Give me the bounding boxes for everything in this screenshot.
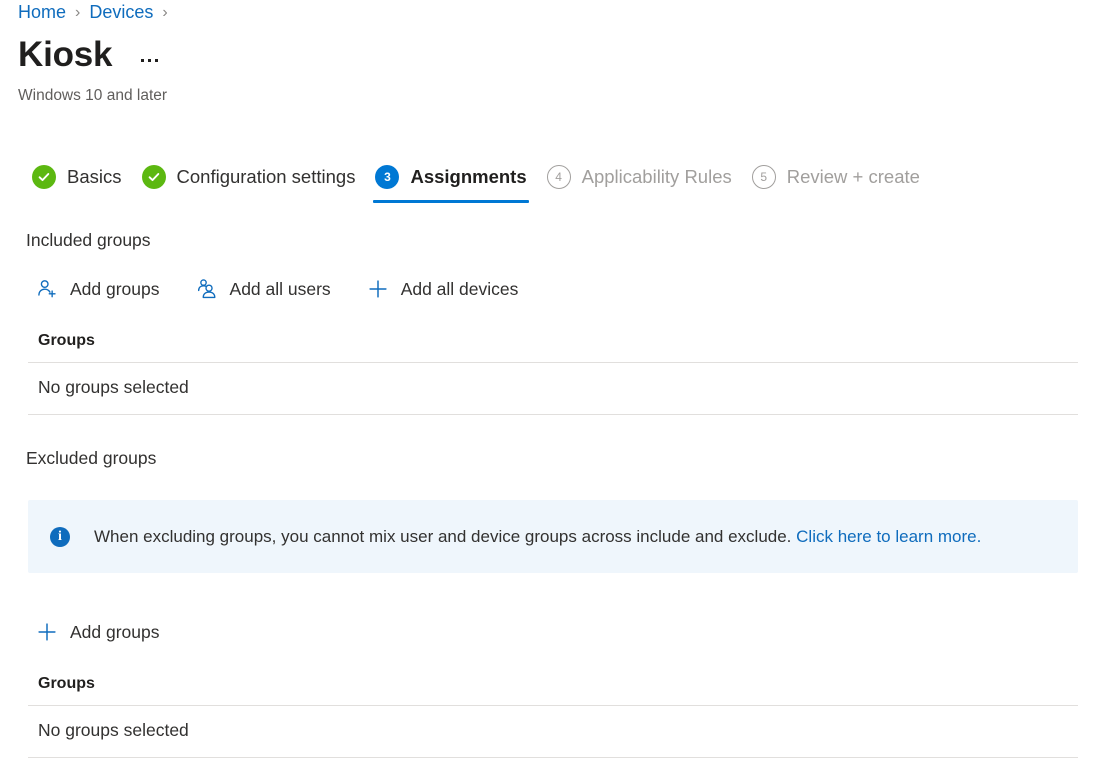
breadcrumb-chevron-icon: › (75, 4, 80, 22)
column-header-groups: Groups (28, 328, 1078, 362)
tab-label: Assignments (410, 166, 526, 188)
ellipsis-dot (141, 59, 144, 62)
step-number-badge: 5 (752, 165, 776, 189)
tab-configuration-settings[interactable]: Configuration settings (132, 160, 366, 194)
page-header: Kiosk (18, 36, 161, 75)
command-label: Add all users (230, 279, 331, 300)
step-complete-icon (32, 165, 56, 189)
included-groups-heading: Included groups (26, 230, 151, 251)
breadcrumb-item-home[interactable]: Home (18, 2, 66, 23)
table-row: No groups selected (28, 706, 1078, 757)
tab-review-create[interactable]: 5 Review + create (742, 160, 930, 194)
wizard-tabs: Basics Configuration settings 3 Assignme… (22, 160, 930, 210)
command-label: Add groups (70, 622, 160, 643)
add-all-devices-button[interactable]: Add all devices (361, 272, 523, 306)
tab-basics[interactable]: Basics (22, 160, 132, 194)
table-divider (28, 414, 1078, 415)
add-all-users-button[interactable]: Add all users (190, 272, 335, 306)
tab-assignments[interactable]: 3 Assignments (365, 160, 536, 194)
tab-label: Basics (67, 166, 122, 188)
add-excluded-groups-button[interactable]: Add groups (30, 615, 164, 649)
command-label: Add groups (70, 279, 160, 300)
learn-more-link[interactable]: Click here to learn more. (796, 527, 981, 546)
column-header-groups: Groups (28, 671, 1078, 705)
excluded-groups-table: Groups No groups selected (28, 671, 1078, 758)
included-groups-table: Groups No groups selected (28, 328, 1078, 415)
table-row: No groups selected (28, 363, 1078, 414)
plus-icon (365, 276, 391, 302)
page-title: Kiosk (18, 36, 112, 75)
more-options-icon[interactable] (138, 53, 161, 68)
excluded-groups-command-bar: Add groups (30, 615, 164, 649)
ellipsis-dot (148, 59, 151, 62)
info-banner-message: When excluding groups, you cannot mix us… (94, 527, 791, 546)
step-number-badge: 4 (547, 165, 571, 189)
info-icon: i (50, 527, 70, 547)
step-complete-icon (142, 165, 166, 189)
step-number-badge: 3 (375, 165, 399, 189)
included-groups-command-bar: Add groups Add all users Add all devices (30, 272, 522, 306)
tab-label: Configuration settings (177, 166, 356, 188)
add-user-icon (34, 276, 60, 302)
info-banner-text: When excluding groups, you cannot mix us… (94, 527, 981, 547)
exclusion-info-banner: i When excluding groups, you cannot mix … (28, 500, 1078, 573)
plus-icon (34, 619, 60, 645)
active-tab-underline (373, 200, 528, 203)
breadcrumb-item-devices[interactable]: Devices (89, 2, 153, 23)
table-divider (28, 757, 1078, 758)
breadcrumb: Home › Devices › (18, 2, 177, 23)
add-groups-button[interactable]: Add groups (30, 272, 164, 306)
tab-label: Review + create (787, 166, 920, 188)
users-icon (194, 276, 220, 302)
ellipsis-dot (155, 59, 158, 62)
excluded-groups-heading: Excluded groups (26, 448, 156, 469)
breadcrumb-chevron-icon: › (162, 4, 167, 22)
page-subtitle: Windows 10 and later (18, 87, 167, 105)
tab-label: Applicability Rules (582, 166, 732, 188)
tab-applicability-rules[interactable]: 4 Applicability Rules (537, 160, 742, 194)
command-label: Add all devices (401, 279, 519, 300)
